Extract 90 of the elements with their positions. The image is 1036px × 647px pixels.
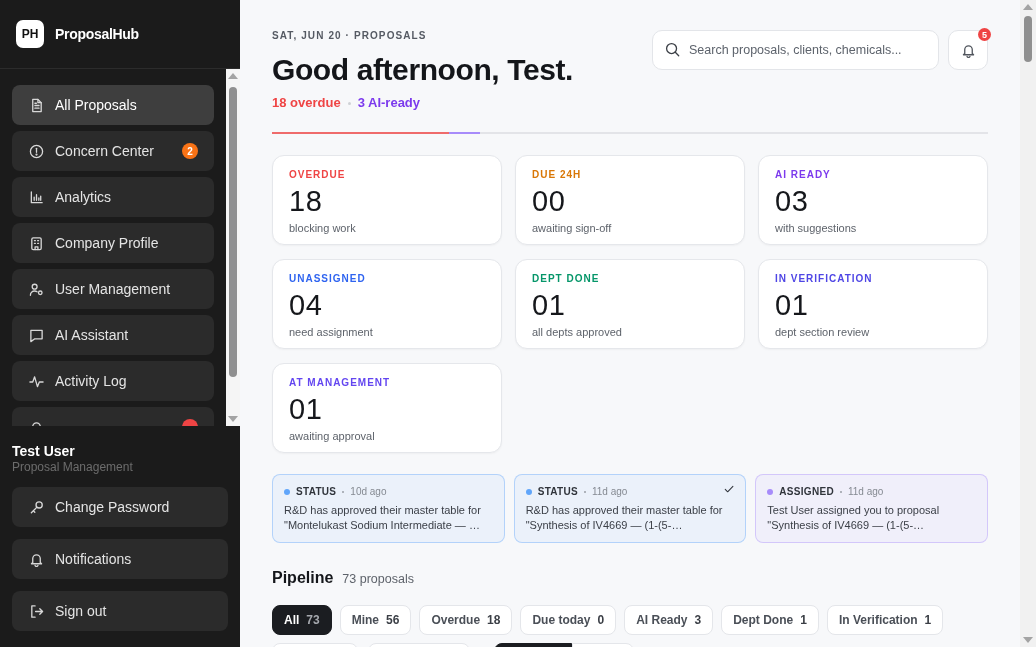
- pulse-icon: [29, 373, 44, 389]
- scrollbar[interactable]: [226, 69, 240, 426]
- bell-icon: [29, 551, 44, 567]
- filter-chip[interactable]: Overdue 18: [419, 605, 513, 635]
- bell-icon: [960, 42, 976, 58]
- stat-value: 01: [289, 392, 324, 426]
- section-title: Pipeline: [272, 569, 334, 587]
- sign-out-button[interactable]: Sign out: [12, 591, 228, 631]
- file-icon: [29, 97, 44, 113]
- stat-card[interactable]: DEPT DONE 01 all depts approved: [515, 259, 745, 349]
- stat-label: AT MANAGEMENT: [289, 377, 392, 389]
- activity-type: ASSIGNED: [779, 485, 834, 499]
- bar-chart-icon: [29, 189, 44, 205]
- stat-label: OVERDUE: [289, 169, 347, 181]
- stat-label: DUE 24H: [532, 169, 583, 181]
- summary-count: 3 AI-ready: [357, 95, 421, 111]
- stat-label: DEPT DONE: [532, 273, 601, 285]
- activity-card[interactable]: ASSIGNED 11d ago Test User assigned you to proposal "Synthesis of IV4669 — (1-(5-…: [755, 474, 988, 543]
- stat-caption: with suggestions: [775, 221, 858, 235]
- nav-item[interactable]: All Proposals: [12, 85, 214, 125]
- nav-item[interactable]: User Management: [12, 269, 214, 309]
- chat-bubble-icon: [29, 327, 44, 343]
- stat-label: UNASSIGNED: [289, 273, 367, 285]
- brand-name: ProposalHub: [55, 26, 139, 42]
- stat-label: AI READY: [775, 169, 832, 181]
- user-name: Test User: [12, 443, 76, 459]
- logo: PH: [16, 20, 44, 48]
- activity-text: Test User assigned you to proposal "Synthesis of IV4669 — (1-(5-…: [767, 503, 941, 533]
- greeting-title: Good afternoon, Test.: [272, 52, 574, 88]
- stat-value: 01: [775, 288, 810, 322]
- search-icon: [665, 42, 680, 57]
- stat-value: 18: [289, 184, 324, 218]
- scrollbar-thumb[interactable]: [229, 87, 237, 377]
- filter-chip[interactable]: Due today 0: [520, 605, 617, 635]
- stat-value: 00: [532, 184, 567, 218]
- filter-chip[interactable]: In Verification 1: [826, 605, 944, 635]
- activity-type: STATUS: [296, 485, 337, 499]
- stat-value: 04: [289, 288, 324, 322]
- nav-item[interactable]: Company Profile: [12, 223, 214, 263]
- alert-circle-icon: [29, 143, 44, 159]
- count-badge: 2: [182, 143, 198, 159]
- stat-value: 01: [532, 288, 567, 322]
- scrollbar[interactable]: [1020, 0, 1036, 647]
- activity-time: 10d ago: [350, 485, 387, 499]
- user-role: Proposal Management: [12, 459, 134, 475]
- activity-time: 11d ago: [847, 485, 884, 499]
- stat-card[interactable]: DUE 24H 00 awaiting sign-off: [515, 155, 745, 245]
- stat-value: 03: [775, 184, 810, 218]
- filter-chip[interactable]: Mine 56: [339, 605, 412, 635]
- filter-chip[interactable]: All 73: [272, 605, 332, 635]
- proposal-count: 73 proposals: [342, 572, 414, 586]
- nav-item[interactable]: Activity Log: [12, 361, 214, 401]
- search-field[interactable]: Search proposals, clients, chemicals...: [652, 30, 939, 70]
- activity-text: R&D has approved their master table for "Synthesis of IV4669 — (1-(5-…: [525, 503, 724, 533]
- stat-caption: blocking work: [289, 221, 357, 235]
- scrollbar-thumb[interactable]: [1024, 16, 1032, 62]
- user-gear-icon: [29, 281, 44, 297]
- count-badge: 5: [978, 28, 991, 41]
- stat-caption: awaiting sign-off: [532, 221, 613, 235]
- activity-type: STATUS: [537, 485, 578, 499]
- filter-chip[interactable]: Dept Done 1: [721, 605, 819, 635]
- scroll-down-icon[interactable]: [1023, 637, 1033, 643]
- nav-item[interactable]: Analytics: [12, 177, 214, 217]
- stat-caption: awaiting approval: [289, 429, 376, 443]
- stat-caption: dept section review: [775, 325, 871, 339]
- notifications-button[interactable]: 5: [948, 30, 988, 70]
- sign-out-icon: [29, 603, 44, 619]
- stat-card[interactable]: AI READY 03 with suggestions: [758, 155, 988, 245]
- key-icon: [29, 499, 44, 515]
- change-password-button[interactable]: Change Password: [12, 487, 228, 527]
- nav-item[interactable]: AI Assistant: [12, 315, 214, 355]
- activity-card[interactable]: STATUS 11d ago R&D has approved their master table for "Synthesis of IV4669 — (1-(5-…: [513, 474, 747, 543]
- stat-card[interactable]: AT MANAGEMENT 01 awaiting approval: [272, 363, 502, 453]
- separator-dot-icon: [347, 101, 351, 105]
- date-caption: SAT, JUN 20 · PROPOSALS: [272, 30, 428, 42]
- summary-count: 18 overdue: [272, 95, 341, 111]
- nav-item[interactable]: Concern Center 2: [12, 131, 214, 171]
- stat-caption: all depts approved: [532, 325, 623, 339]
- stat-caption: need assignment: [289, 325, 374, 339]
- activity-time: 11d ago: [592, 485, 628, 499]
- stat-card[interactable]: OVERDUE 18 blocking work: [272, 155, 502, 245]
- activity-card[interactable]: STATUS 10d ago R&D has approved their master table for "Montelukast Sodium Intermediate — …: [272, 474, 505, 543]
- activity-text: R&D has approved their master table for "Montelukast Sodium Intermediate — …: [284, 503, 482, 533]
- stat-label: IN VERIFICATION: [775, 273, 874, 285]
- stat-card[interactable]: UNASSIGNED 04 need assignment: [272, 259, 502, 349]
- building-icon: [29, 235, 44, 251]
- scroll-up-icon[interactable]: [1023, 4, 1033, 10]
- filter-chip[interactable]: AI Ready 3: [624, 605, 714, 635]
- notifications-button[interactable]: Notifications: [12, 539, 228, 579]
- stat-card[interactable]: IN VERIFICATION 01 dept section review: [758, 259, 988, 349]
